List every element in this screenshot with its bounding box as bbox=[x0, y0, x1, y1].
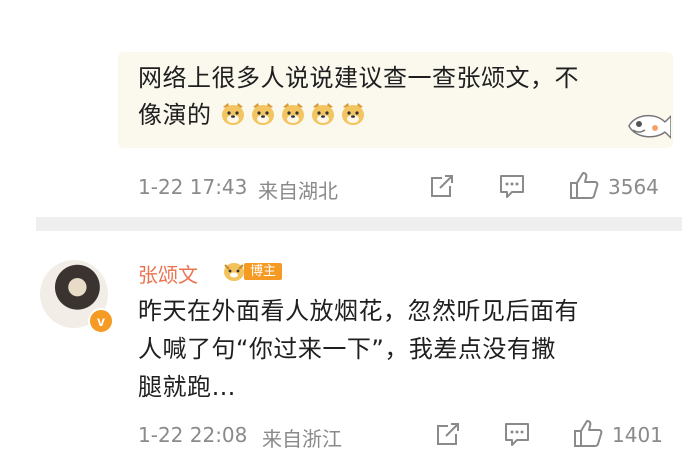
author-badge: 博主 bbox=[222, 260, 286, 282]
comment-icon[interactable] bbox=[498, 172, 526, 200]
comment-1: 网络上很多人说说建议查一查张颂文，不 像演的 1-22 17:43 来自湖北 3… bbox=[0, 0, 682, 215]
verified-badge-icon: v bbox=[88, 308, 114, 334]
share-icon[interactable] bbox=[434, 420, 462, 448]
doge-badge-icon bbox=[224, 263, 244, 281]
doge-emoji-icon bbox=[311, 103, 334, 125]
comment-icon[interactable] bbox=[503, 420, 531, 448]
doge-emoji-icon bbox=[221, 103, 244, 125]
doge-emoji-icon bbox=[341, 103, 364, 125]
like-icon[interactable] bbox=[572, 418, 604, 448]
comment-1-text-line2: 像演的 bbox=[138, 97, 658, 134]
author-badge-label: 博主 bbox=[244, 263, 283, 280]
comment-1-like-count: 3564 bbox=[608, 175, 659, 199]
comment-2-text: 昨天在外面看人放烟花，忽然听见后面有 人喊了句“你过来一下”，我差点没有撒 腿就… bbox=[138, 292, 678, 406]
comment-1-text-line1: 网络上很多人说说建议查一查张颂文，不 bbox=[138, 64, 579, 92]
comment-2-like-count: 1401 bbox=[612, 423, 663, 447]
comment-1-time: 1-22 17:43 bbox=[138, 175, 248, 199]
comment-2-text-line2: 人喊了句“你过来一下”，我差点没有撒 bbox=[138, 335, 556, 363]
doge-emoji-group bbox=[220, 101, 370, 129]
comment-2-text-line1: 昨天在外面看人放烟花，忽然听见后面有 bbox=[138, 297, 579, 325]
doge-emoji-icon bbox=[281, 103, 304, 125]
doge-emoji-icon bbox=[251, 103, 274, 125]
comment-2-time: 1-22 22:08 bbox=[138, 423, 248, 447]
comment-2-text-line3: 腿就跑… bbox=[138, 373, 236, 401]
comment-divider bbox=[36, 217, 682, 231]
comment-1-text: 网络上很多人说说建议查一查张颂文，不 像演的 bbox=[138, 60, 658, 134]
comment-1-text-line2-words: 像演的 bbox=[138, 101, 212, 129]
like-icon[interactable] bbox=[568, 170, 600, 200]
comment-1-location: 来自湖北 bbox=[258, 179, 338, 203]
share-icon[interactable] bbox=[428, 172, 456, 200]
comment-2-location: 来自浙江 bbox=[262, 427, 342, 451]
username[interactable]: 张颂文 bbox=[138, 259, 198, 288]
fish-sticker-icon bbox=[628, 114, 671, 140]
